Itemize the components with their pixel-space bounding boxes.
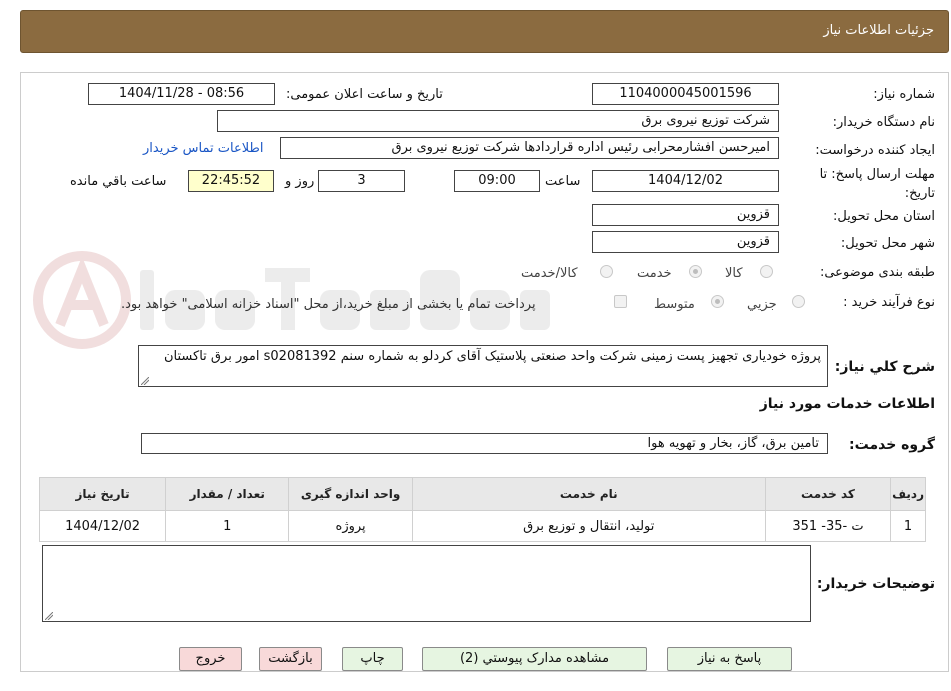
need-number-label: شماره نیاز: [873, 87, 935, 102]
description-textarea: پروژه خودیاری تجهیز پست زمینی شرکت واحد … [138, 345, 828, 387]
services-table: ردیف کد خدمت نام خدمت واحد اندازه گیری ت… [38, 477, 926, 542]
category-service-label: خدمت [637, 266, 672, 281]
announce-datetime-label: تاریخ و ساعت اعلان عمومی: [286, 87, 443, 102]
table-header-row: ردیف کد خدمت نام خدمت واحد اندازه گیری ت… [38, 477, 926, 511]
buyer-contact-link[interactable]: اطلاعات تماس خریدار [143, 141, 263, 156]
buyer-notes-textarea [42, 545, 811, 622]
province-label: استان محل تحویل: [833, 209, 935, 224]
deadline-date-field: 1404/12/02 [592, 170, 779, 192]
purchase-medium-label: متوسط [654, 297, 695, 312]
col-header-need-date: تاریخ نیاز [38, 477, 167, 511]
resize-grip-icon[interactable] [141, 377, 149, 385]
remaining-time-label: ساعت باقي مانده [70, 174, 167, 189]
deadline-days-label: روز و [285, 174, 315, 189]
cell-unit: پروژه [288, 510, 413, 542]
col-header-quantity: تعداد / مقدار [165, 477, 290, 511]
purchase-small-label: جزیي [747, 297, 777, 312]
deadline-time-field: 09:00 [454, 170, 540, 192]
city-field: قزوین [592, 231, 779, 253]
service-group-field: تامین برق، گاز، بخار و تهویه هوا [141, 433, 828, 454]
print-button[interactable]: چاپ [342, 647, 403, 671]
cell-service-name: تولید، انتقال و توزیع برق [411, 510, 766, 542]
description-label: شرح کلي نياز: [834, 359, 935, 375]
deadline-days-field: 3 [318, 170, 405, 192]
category-label: طبقه بندی موضوعی: [819, 265, 935, 280]
deadline-label: مهلت ارسال پاسخ: تا تاریخ: [819, 167, 935, 201]
exit-button[interactable]: خروج [179, 647, 242, 671]
category-goods-radio[interactable] [760, 265, 773, 278]
deadline-time-label: ساعت [545, 174, 581, 189]
cell-quantity: 1 [165, 510, 290, 542]
buyer-notes-label: توضیحات خریدار: [816, 576, 935, 592]
purchase-medium-radio[interactable] [711, 295, 724, 308]
need-number-field: 1104000045001596 [592, 83, 779, 105]
announce-datetime-field: 1404/11/28 - 08:56 [88, 83, 275, 105]
remaining-time-field: 22:45:52 [188, 170, 274, 192]
back-button[interactable]: بازگشت [259, 647, 322, 671]
cell-service-code: ت -35- 351 [764, 510, 892, 542]
buyer-org-field: شرکت توزیع نیروی برق [217, 110, 779, 132]
description-text: پروژه خودیاری تجهیز پست زمینی شرکت واحد … [164, 349, 821, 364]
view-attachments-button[interactable]: مشاهده مدارک پیوستي (2) [422, 647, 647, 671]
treasury-payment-note: پرداخت تمام یا بخشی از مبلغ خرید،از محل … [121, 297, 536, 312]
col-header-row-number: ردیف [890, 477, 926, 511]
cell-need-date: 1404/12/02 [38, 510, 167, 542]
category-goods-service-label: کالا/خدمت [521, 266, 578, 281]
category-goods-service-radio[interactable] [600, 265, 613, 278]
resize-grip-icon[interactable] [45, 612, 53, 620]
treasury-payment-checkbox[interactable] [614, 295, 627, 308]
category-service-radio[interactable] [689, 265, 702, 278]
col-header-service-name: نام خدمت [411, 477, 766, 511]
purchase-type-label: نوع فرآیند خرید : [843, 295, 935, 310]
page-title: جزئیات اطلاعات نیاز [823, 23, 934, 38]
col-header-unit: واحد اندازه گیری [288, 477, 413, 511]
city-label: شهر محل تحویل: [840, 236, 935, 251]
page-header: جزئیات اطلاعات نیاز [20, 10, 949, 53]
buyer-org-label: نام دستگاه خریدار: [832, 115, 935, 130]
province-field: قزوین [592, 204, 779, 226]
reply-button[interactable]: پاسخ به نیاز [667, 647, 792, 671]
table-row: 1 ت -35- 351 تولید، انتقال و توزیع برق پ… [38, 510, 926, 542]
service-group-label: گروه خدمت: [849, 437, 935, 453]
services-section-title: اطلاعات خدمات مورد نياز [759, 396, 935, 412]
requester-label: ایجاد کننده درخواست: [815, 143, 935, 158]
requester-field: امیرحسن افشارمحرابی رئیس اداره قراردادها… [280, 137, 779, 159]
purchase-small-radio[interactable] [792, 295, 805, 308]
category-goods-label: کالا [725, 266, 743, 281]
cell-row-number: 1 [890, 510, 926, 542]
col-header-service-code: کد خدمت [764, 477, 892, 511]
